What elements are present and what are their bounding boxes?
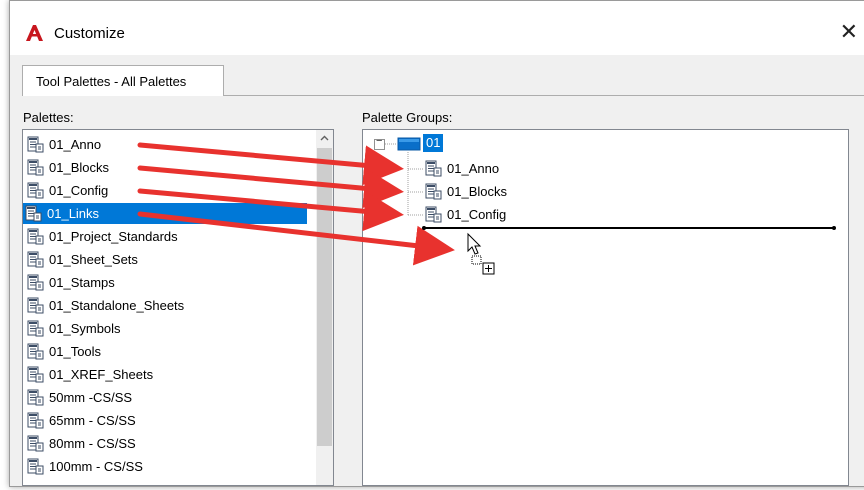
palette-item-label: 80mm - CS/SS [49,436,136,451]
tool-palette-icon [27,274,44,291]
tree-root-01[interactable]: 01 [423,134,444,152]
palette-groups-label: Palette Groups: [362,110,453,125]
palette-item-label: 65mm - CS/SS [49,413,136,428]
tab-label: Tool Palettes - All Palettes [36,74,187,89]
tool-palette-icon [25,205,42,222]
tool-palette-icon [27,159,44,176]
palette-item-label: 01_Links [47,206,100,221]
tool-palette-icon [27,228,44,245]
palette-list-item[interactable]: 01_Links [23,203,307,224]
palette-item-label: 01_Project_Standards [49,229,178,244]
tool-palette-icon [27,458,44,475]
tool-palette-icon [27,389,44,406]
palette-item-label: 01_Symbols [49,321,121,336]
palette-item-label: 01_Blocks [49,160,109,175]
palettes-label: Palettes: [23,110,74,125]
palette-item-label: 01_Config [49,183,109,198]
tool-palette-icon [425,206,442,223]
tree-collapse-toggle[interactable]: − [374,135,385,150]
palette-item-label: 01_Stamps [49,275,115,290]
tool-palette-icon [27,366,44,383]
scroll-thumb[interactable] [317,148,332,446]
tool-palette-icon [27,320,44,337]
tool-palette-icon [27,435,44,452]
tool-palette-icon [27,182,44,199]
tab-tool-palettes[interactable]: Tool Palettes - All Palettes [22,65,224,96]
palette-item-label: 01_Tools [49,344,102,359]
palette-item-label: 01_XREF_Sheets [49,367,154,382]
tool-palette-icon [27,343,44,360]
palette-item-label: 01_Anno [49,137,102,152]
autocad-logo-icon [26,25,43,41]
scroll-up-icon[interactable] [316,130,333,147]
palette-item-label: 01_Sheet_Sets [49,252,138,267]
tree-child-label: 01_Anno [447,161,500,176]
tool-palette-icon [27,136,44,153]
vertical-scrollbar[interactable] [316,130,333,485]
window-title: Customize [54,25,125,42]
close-button[interactable]: ✕ [840,19,858,45]
tool-palette-icon [425,160,442,177]
palettes-list[interactable]: 01_Anno 01_Blocks 01_Config 01_Links 01_Proj… [22,129,334,486]
tool-palette-icon [27,251,44,268]
minus-icon: − [376,135,383,147]
palette-item-label: 50mm -CS/SS [49,390,133,405]
tree-child-label: 01_Blocks [447,184,507,199]
palette-item-label: 100mm - CS/SS [49,459,143,474]
folder-icon [397,137,421,151]
tool-palette-icon [425,183,442,200]
palette-item-label: 01_Standalone_Sheets [49,298,185,313]
palette-groups-tree[interactable]: − 01 01_Anno 01_Blocks 01_Config [362,129,849,486]
title-bar: Customize ✕ [10,1,864,55]
tool-palette-icon [27,297,44,314]
tool-palette-icon [27,412,44,429]
tree-child-label: 01_Config [447,207,507,222]
